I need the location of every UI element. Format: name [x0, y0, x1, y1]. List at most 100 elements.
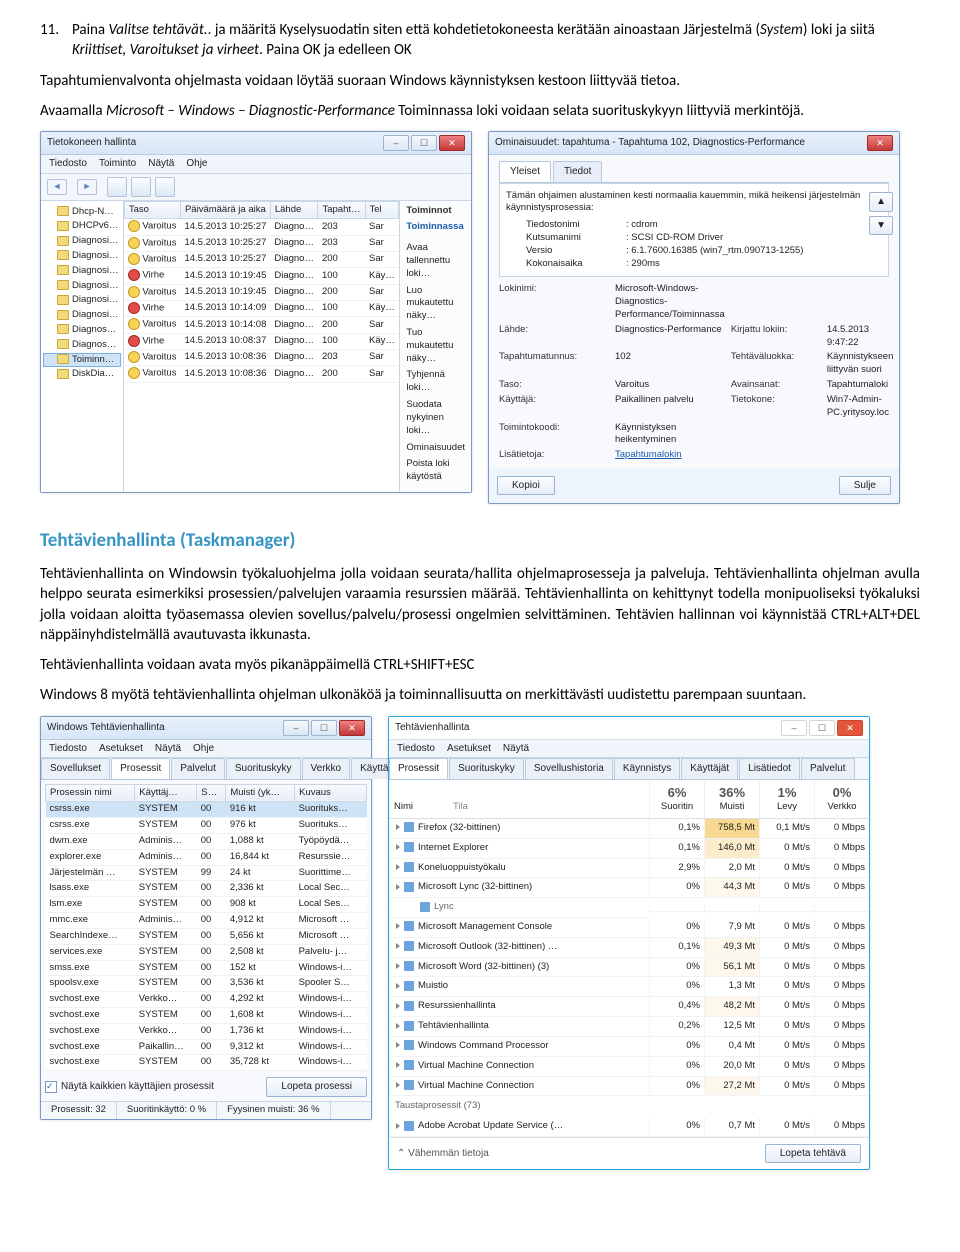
menu-item[interactable]: Ohje	[186, 157, 207, 171]
tab[interactable]: Palvelut	[801, 758, 855, 779]
event-row[interactable]: Varoitus14.5.2013 10:25:27Diagno…203Sar	[124, 235, 399, 251]
expand-icon[interactable]	[396, 963, 400, 969]
expand-icon[interactable]	[396, 1003, 400, 1009]
expand-icon[interactable]	[396, 884, 400, 890]
process-row[interactable]: Virtual Machine Connection0%27,2 Mt0 Mt/…	[389, 1077, 869, 1097]
process-row[interactable]: services.exeSYSTEM002,508 ktPalvelu- j…	[46, 944, 367, 960]
tree-item[interactable]: Dhcp-Nap-Enforcement-Client	[43, 205, 121, 220]
kv-cell[interactable]: Tapahtumalokin	[615, 449, 725, 462]
navigation-tree[interactable]: Dhcp-Nap-Enforcement-ClientDHCPv6-Client…	[41, 201, 124, 492]
minimize-button[interactable]: –	[383, 135, 409, 151]
column-header[interactable]: S…	[197, 784, 226, 802]
process-row[interactable]: explorer.exeAdminis…0016,844 ktResurssie…	[46, 849, 367, 865]
process-row[interactable]: svchost.exeVerkko…001,736 ktWindows-i…	[46, 1023, 367, 1039]
expand-icon[interactable]	[396, 844, 400, 850]
end-task-button[interactable]: Lopeta tehtävä	[765, 1144, 861, 1164]
menu-item[interactable]: Ohje	[193, 742, 214, 756]
tab[interactable]: Palvelut	[171, 758, 225, 779]
column-header[interactable]: Tapaht…	[318, 201, 365, 219]
process-row[interactable]: csrss.exeSYSTEM00916 ktSuorituks…	[46, 802, 367, 818]
tab-general[interactable]: Yleiset	[499, 161, 551, 182]
action-link[interactable]: Tuo mukautettu näky…	[406, 325, 465, 367]
process-row[interactable]: Lync	[389, 898, 869, 918]
column-header[interactable]: Kuvaus	[295, 784, 367, 802]
maximize-button[interactable]: ☐	[311, 720, 337, 736]
tree-item[interactable]: Toiminnassa	[43, 353, 121, 368]
column-header[interactable]: Prosessin nimi	[46, 784, 135, 802]
action-link[interactable]: Ominaisuudet	[406, 440, 465, 457]
action-link[interactable]: Suodata nykyinen loki…	[406, 397, 465, 439]
action-link[interactable]: Luo mukautettu näky…	[406, 283, 465, 325]
show-all-users-checkbox[interactable]: Näytä kaikkien käyttäjien prosessit	[45, 1080, 214, 1094]
close-button[interactable]: ✕	[837, 720, 863, 736]
event-row[interactable]: Varoitus14.5.2013 10:25:27Diagno…200Sar	[124, 251, 399, 267]
close-button[interactable]: ✕	[439, 135, 465, 151]
menu-item[interactable]: Näytä	[503, 742, 529, 756]
process-row[interactable]: Windows Command Processor0%0,4 Mt0 Mt/s0…	[389, 1037, 869, 1057]
tree-item[interactable]: DHCPv6-Client	[43, 219, 121, 234]
tab[interactable]: Sovellukset	[41, 758, 110, 779]
event-grid[interactable]: TasoPäivämäärä ja aikaLähdeTapaht…Tel Va…	[124, 201, 400, 383]
process-row[interactable]: Microsoft Word (32-bittinen) (3)0%56,1 M…	[389, 958, 869, 978]
process-row[interactable]: spoolsv.exeSYSTEM003,536 ktSpooler S…	[46, 976, 367, 992]
expand-icon[interactable]	[396, 1023, 400, 1029]
menu-item[interactable]: Toiminto	[99, 157, 136, 171]
menu-item[interactable]: Tiedosto	[397, 742, 435, 756]
menu-item[interactable]: Asetukset	[99, 742, 143, 756]
column-header[interactable]: Käyttäj…	[135, 784, 197, 802]
column-headers[interactable]: NimiTila 6%Suoritin 36%Muisti 1%Levy 0%V…	[389, 780, 869, 819]
menu-item[interactable]: Näytä	[155, 742, 181, 756]
process-row[interactable]: Adobe Acrobat Update Service (… 0% 0,7 M…	[389, 1117, 869, 1137]
process-list[interactable]: Prosessin nimiKäyttäj…S…Muisti (yk…Kuvau…	[45, 784, 367, 1072]
event-row[interactable]: Virhe14.5.2013 10:19:45Diagno…100Käy…	[124, 268, 399, 284]
expand-icon[interactable]	[396, 1042, 400, 1048]
event-row[interactable]: Virhe14.5.2013 10:08:37Diagno…100Käy…	[124, 333, 399, 349]
tab[interactable]: Sovellushistoria	[525, 758, 613, 779]
event-row[interactable]: Varoitus14.5.2013 10:25:27Diagno…203Sar	[124, 219, 399, 235]
tab[interactable]: Käyttäjät	[681, 758, 738, 779]
expand-icon[interactable]	[396, 824, 400, 830]
process-list[interactable]: Firefox (32-bittinen)0,1%758,5 Mt0,1 Mt/…	[389, 819, 869, 1096]
minimize-button[interactable]: –	[283, 720, 309, 736]
column-header[interactable]: Päivämäärä ja aika	[180, 201, 270, 219]
process-row[interactable]: svchost.exeSYSTEM001,608 ktWindows-i…	[46, 1007, 367, 1023]
process-row[interactable]: Järjestelmän …SYSTEM9924 ktSuorittime…	[46, 865, 367, 881]
process-row[interactable]: lsass.exeSYSTEM002,336 ktLocal Sec…	[46, 881, 367, 897]
tab[interactable]: Prosessit	[389, 758, 448, 779]
tree-item[interactable]: Diagnosis-ScriptedDiagnosticsProvider	[43, 308, 121, 323]
end-process-button[interactable]: Lopeta prosessi	[266, 1077, 367, 1097]
menu-item[interactable]: Asetukset	[447, 742, 491, 756]
tree-item[interactable]: Diagnosis-Scripted	[43, 293, 121, 308]
process-row[interactable]: Virtual Machine Connection0%20,0 Mt0 Mt/…	[389, 1057, 869, 1077]
expand-icon[interactable]	[396, 1062, 400, 1068]
process-row[interactable]: Microsoft Outlook (32-bittinen) …0,1%49,…	[389, 938, 869, 958]
process-row[interactable]: svchost.exeVerkko…004,292 ktWindows-i…	[46, 992, 367, 1008]
process-row[interactable]: Koneluoppuistyökalu2,9%2,0 Mt0 Mt/s0 Mbp…	[389, 859, 869, 879]
event-row[interactable]: Virhe14.5.2013 10:14:09Diagno…100Käy…	[124, 300, 399, 316]
menu-item[interactable]: Tiedosto	[49, 157, 87, 171]
process-row[interactable]: dwm.exeAdminis…001,088 ktTyöpöydä…	[46, 834, 367, 850]
maximize-button[interactable]: ☐	[411, 135, 437, 151]
expand-icon[interactable]	[396, 983, 400, 989]
expand-icon[interactable]	[396, 864, 400, 870]
toolbar-button[interactable]	[155, 177, 175, 197]
column-header[interactable]: Taso	[124, 201, 180, 219]
process-row[interactable]: Muistio0%1,3 Mt0 Mt/s0 Mbps	[389, 977, 869, 997]
process-row[interactable]: Internet Explorer0,1%146,0 Mt0 Mt/s0 Mbp…	[389, 839, 869, 859]
minimize-button[interactable]: –	[781, 720, 807, 736]
process-row[interactable]: svchost.exeSYSTEM0035,728 ktWindows-i…	[46, 1055, 367, 1071]
process-row[interactable]: csrss.exeSYSTEM00976 ktSuorituks…	[46, 818, 367, 834]
toolbar-button[interactable]	[131, 177, 151, 197]
column-header[interactable]: Tel	[365, 201, 399, 219]
tab[interactable]: Suorituskyky	[449, 758, 524, 779]
tree-item[interactable]: Diagnostics-Performance	[43, 338, 121, 353]
process-row[interactable]: lsm.exeSYSTEM00908 ktLocal Ses…	[46, 897, 367, 913]
tree-item[interactable]: DiskDiagnostic	[43, 367, 121, 382]
expand-icon[interactable]	[396, 1123, 400, 1129]
close-dialog-button[interactable]: Sulje	[839, 476, 891, 496]
tab[interactable]: Verkko	[302, 758, 351, 779]
process-row[interactable]: svchost.exePaikallin…009,312 ktWindows-i…	[46, 1039, 367, 1055]
process-row[interactable]: smss.exeSYSTEM00152 ktWindows-i…	[46, 960, 367, 976]
process-row[interactable]: Microsoft Lync (32-bittinen)0%44,3 Mt0 M…	[389, 878, 869, 898]
process-row[interactable]: Resurssienhallinta0,4%48,2 Mt0 Mt/s0 Mbp…	[389, 997, 869, 1017]
